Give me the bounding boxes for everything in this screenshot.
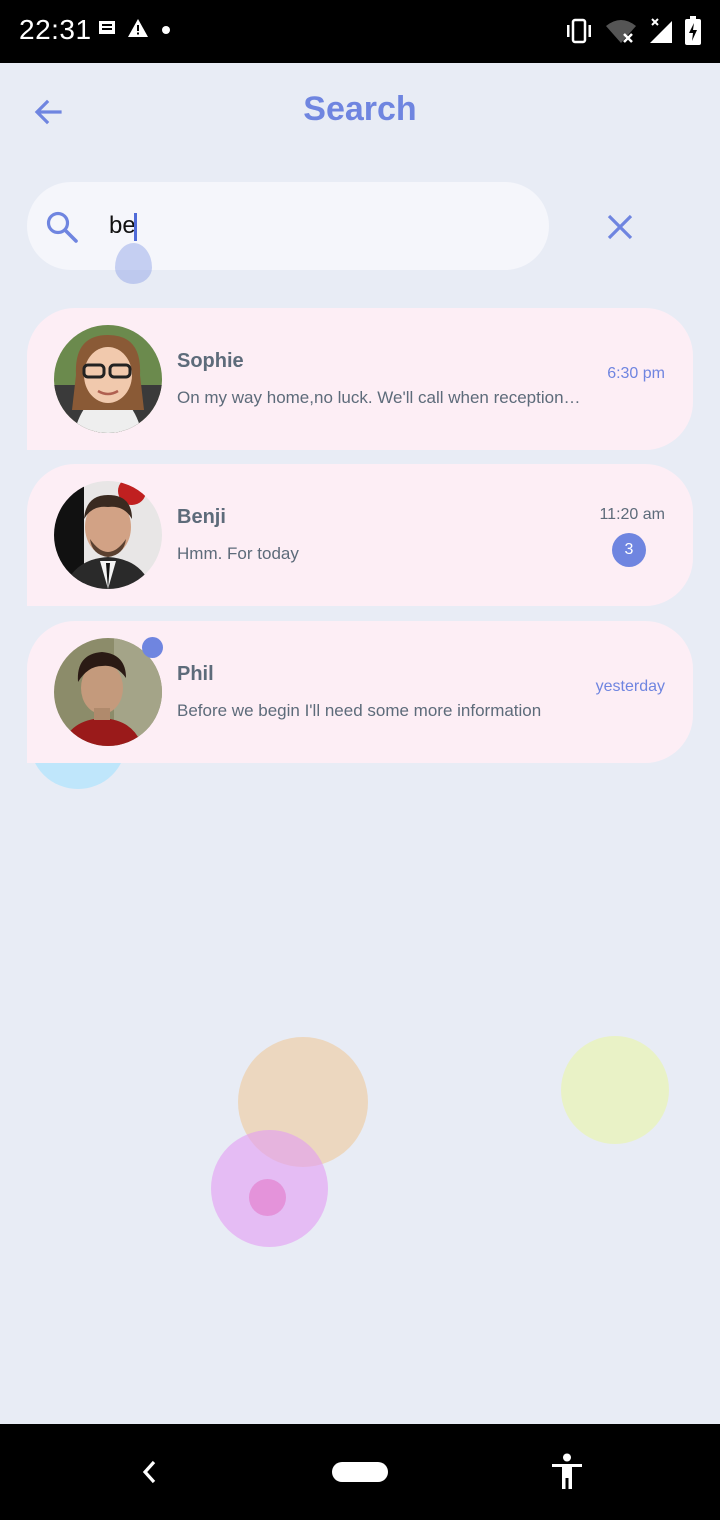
status-left-icons <box>97 18 173 38</box>
warning-icon <box>128 19 148 37</box>
status-bar: 22:31 <box>0 0 720 63</box>
chat-name: Benji <box>177 506 226 528</box>
chat-name: Phil <box>177 663 214 685</box>
decorative-bubble-yellow <box>561 1036 669 1144</box>
accessibility-button[interactable] <box>546 1450 588 1494</box>
system-nav-bar <box>0 1424 720 1520</box>
chat-item-phil[interactable]: Phil Before we begin I'll need some more… <box>27 621 693 763</box>
battery-charging-icon <box>685 16 701 45</box>
signal-icon <box>650 18 672 43</box>
online-indicator <box>142 637 163 658</box>
page-title: Search <box>303 90 417 128</box>
avatar <box>54 325 162 433</box>
clear-search-button[interactable] <box>598 205 642 249</box>
chat-message-preview: Before we begin I'll need some more info… <box>177 701 542 720</box>
text-cursor <box>134 213 137 241</box>
close-icon <box>607 214 633 240</box>
chat-item-sophie[interactable]: Sophie On my way home,no luck. We'll cal… <box>27 308 693 450</box>
search-box[interactable] <box>27 182 549 270</box>
chat-time: 6:30 pm <box>607 365 665 382</box>
search-icon <box>46 211 78 243</box>
nav-home-button[interactable] <box>332 1462 388 1482</box>
message-notification-icon <box>99 21 115 34</box>
chat-item-benji[interactable]: Benji Hmm. For today 11:20 am 3 <box>27 464 693 606</box>
chat-name: Sophie <box>177 350 244 372</box>
text-cursor-handle[interactable] <box>115 243 152 284</box>
wifi-off-icon <box>606 20 636 43</box>
chat-message-preview: On my way home,no luck. We'll call when … <box>177 388 582 407</box>
decorative-bubble-pink <box>249 1179 286 1216</box>
chat-message-preview: Hmm. For today <box>177 544 299 563</box>
chevron-left-icon <box>142 1460 156 1484</box>
chat-time: 11:20 am <box>599 506 665 523</box>
dot-icon <box>162 26 170 34</box>
accessibility-icon <box>552 1453 582 1489</box>
avatar <box>54 481 162 589</box>
status-time: 22:31 <box>19 14 92 45</box>
vibrate-icon <box>567 18 591 44</box>
chat-time: yesterday <box>595 678 665 695</box>
unread-count-badge: 3 <box>612 533 646 567</box>
nav-back-button[interactable] <box>130 1452 170 1492</box>
status-right-icons <box>564 16 702 46</box>
search-input[interactable] <box>109 204 529 248</box>
